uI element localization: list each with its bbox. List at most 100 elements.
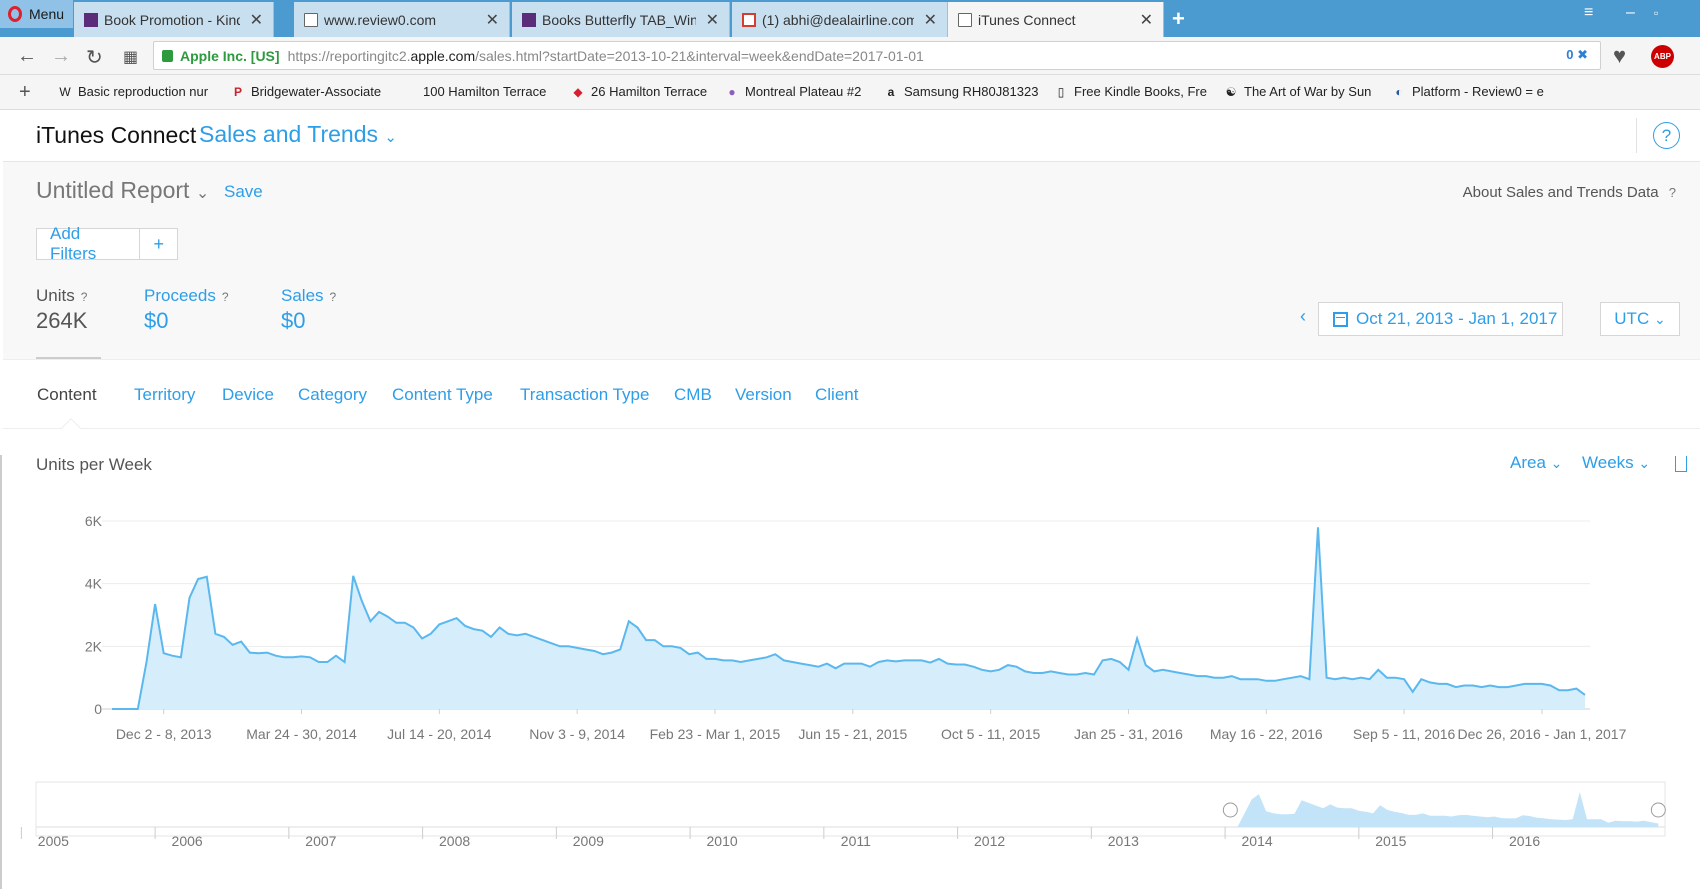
- metric-value: $0: [281, 308, 306, 333]
- metric-label: Sales: [281, 286, 324, 305]
- bookmark-item[interactable]: 100 Hamilton Terrace: [403, 84, 559, 99]
- bookmark-label: Basic reproduction nur: [78, 84, 209, 99]
- help-icon: ?: [329, 290, 337, 304]
- tab-territory[interactable]: Territory: [134, 385, 195, 405]
- address-bar: ← → ↻ ▦ Apple Inc. [US] https://reportin…: [0, 37, 1700, 75]
- metric-sales[interactable]: Sales? $0: [281, 286, 343, 334]
- help-button[interactable]: ?: [1653, 122, 1680, 149]
- adblock-icon[interactable]: ABP: [1651, 45, 1674, 68]
- year-label: 2016: [1509, 833, 1540, 849]
- close-icon[interactable]: ✕: [486, 10, 499, 30]
- new-tab-button[interactable]: +: [1172, 6, 1185, 32]
- timeline-overview[interactable]: 2005 2006 2007 2008 2009 2010 2011 2012 2013 2014…: [0, 780, 1700, 889]
- opera-logo-icon: [8, 6, 22, 22]
- heart-icon[interactable]: ♥: [1613, 43, 1626, 69]
- privacy-badge[interactable]: 0 ✖: [1566, 47, 1588, 63]
- tab-device[interactable]: Device: [222, 385, 274, 405]
- mail-icon: [742, 12, 756, 27]
- tab-menu-icon[interactable]: ≡: [1584, 4, 1593, 22]
- tab-cmb[interactable]: CMB: [674, 385, 712, 405]
- bookmark-item[interactable]: ▯ Free Kindle Books, Fre: [1054, 84, 1214, 99]
- x-tick-label: Jan 25 - 31, 2016: [1074, 726, 1183, 742]
- bookmark-item[interactable]: P Bridgewater-Associate: [231, 84, 391, 99]
- add-bookmark-icon[interactable]: +: [19, 81, 31, 104]
- units-area-chart[interactable]: 0 2K 4K 6K Dec 2 - 8, 2013 Mar 24 - 30, 2014 J…: [0, 500, 1700, 750]
- bookmark-item[interactable]: ● Montreal Plateau #2: [725, 84, 875, 99]
- bookmark-item[interactable]: ☯ The Art of War by Sun: [1224, 84, 1379, 99]
- tab-category[interactable]: Category: [298, 385, 367, 405]
- browser-tab[interactable]: Book Promotion - Kindle B ✕: [74, 2, 274, 37]
- close-icon[interactable]: ✕: [1140, 10, 1153, 30]
- calendar-icon: [1333, 311, 1348, 327]
- x-tick-label: Mar 24 - 30, 2014: [246, 726, 357, 742]
- metric-units[interactable]: Units? 264K: [36, 286, 94, 334]
- metric-proceeds[interactable]: Proceeds? $0: [144, 286, 235, 334]
- browser-tab[interactable]: (1) abhi@dealairline.com ✕: [732, 2, 948, 37]
- close-icon[interactable]: ✕: [924, 10, 937, 30]
- year-label: 2015: [1375, 833, 1406, 849]
- amazon-icon: a: [887, 84, 895, 99]
- bookmark-item[interactable]: W Basic reproduction nur: [58, 84, 218, 99]
- bookmarks-bar: + W Basic reproduction nur P Bridgewater-A…: [0, 75, 1700, 110]
- browser-tab-active[interactable]: iTunes Connect ✕: [948, 2, 1164, 37]
- x-tick-label: Jun 15 - 21, 2015: [798, 726, 907, 742]
- bookmark-label: Samsung RH80J81323: [904, 84, 1039, 99]
- range-handle[interactable]: [1222, 802, 1238, 818]
- bookmark-label: Free Kindle Books, Fre: [1074, 84, 1207, 99]
- help-icon: ?: [221, 290, 229, 304]
- reload-icon[interactable]: ↻: [86, 45, 103, 70]
- y-tick-label: 2K: [85, 638, 103, 654]
- close-icon[interactable]: ✕: [706, 10, 719, 30]
- year-label: 2006: [172, 833, 203, 849]
- browser-tab[interactable]: Books Butterfly TAB_Windo ✕: [512, 2, 730, 37]
- range-handle[interactable]: [1650, 802, 1666, 818]
- url-field[interactable]: Apple Inc. [US] https://reportingitc2.ap…: [153, 41, 1601, 70]
- document-icon: [958, 12, 972, 27]
- opera-menu-button[interactable]: Menu: [0, 0, 73, 28]
- chevron-down-icon: ⌄: [1653, 310, 1666, 327]
- download-icon[interactable]: [1675, 456, 1687, 472]
- save-button[interactable]: Save: [224, 182, 263, 202]
- bookmark-item[interactable]: a Samsung RH80J81323: [884, 84, 1044, 99]
- help-icon: ?: [1668, 185, 1676, 200]
- url-text: https://reportingitc2.apple.com/sales.ht…: [287, 47, 924, 64]
- dimension-tabs: Content Territory Device Category Conten…: [3, 359, 1700, 438]
- chevron-down-icon: ⌄: [1638, 455, 1651, 471]
- chevron-left-icon[interactable]: ‹: [1300, 306, 1306, 327]
- chart-type-select[interactable]: Area ⌄: [1510, 453, 1562, 473]
- tab-content-type[interactable]: Content Type: [392, 385, 493, 405]
- tab-client[interactable]: Client: [815, 385, 858, 405]
- overview-area: [1190, 792, 1659, 827]
- interval-select[interactable]: Weeks ⌄: [1582, 453, 1650, 473]
- tab-content[interactable]: Content: [37, 385, 97, 405]
- red-square-icon: ◆: [573, 84, 583, 99]
- timezone-select[interactable]: UTC ⌄: [1600, 302, 1680, 336]
- close-icon[interactable]: ✕: [250, 10, 263, 30]
- about-sales-link[interactable]: About Sales and Trends Data ?: [1463, 184, 1676, 201]
- year-label: 2012: [974, 833, 1005, 849]
- minimize-icon[interactable]: –: [1626, 4, 1635, 22]
- bookmark-item[interactable]: ◆ 26 Hamilton Terrace: [571, 84, 721, 99]
- add-filter-plus-button[interactable]: +: [140, 234, 177, 255]
- maximize-icon[interactable]: ▫: [1654, 6, 1658, 20]
- add-filters-button[interactable]: Add Filters: [37, 224, 141, 263]
- section-menu[interactable]: Sales and Trends ⌄: [199, 121, 397, 148]
- brand-title[interactable]: iTunes Connect: [36, 122, 196, 149]
- tab-transaction-type[interactable]: Transaction Type: [520, 385, 649, 405]
- date-range-picker[interactable]: Oct 21, 2013 - Jan 1, 2017: [1318, 302, 1563, 336]
- butterfly-icon: [84, 12, 98, 27]
- back-icon[interactable]: ←: [17, 45, 37, 68]
- forward-icon[interactable]: →: [51, 45, 71, 68]
- bookmark-label: Montreal Plateau #2: [745, 84, 862, 99]
- speed-dial-icon[interactable]: ▦: [123, 47, 138, 67]
- date-range-label: Oct 21, 2013 - Jan 1, 2017: [1356, 309, 1558, 328]
- blank-icon: [403, 85, 417, 99]
- itc-header: iTunes Connect Sales and Trends ⌄ ?: [3, 110, 1700, 162]
- bookmark-item[interactable]: ◐ Platform - Review0 = e: [1392, 84, 1552, 99]
- browser-tab[interactable]: www.review0.com ✕: [294, 2, 510, 37]
- report-title-menu[interactable]: Untitled Report ⌄: [36, 177, 209, 204]
- wikipedia-icon: W: [59, 84, 71, 99]
- active-tab-caret: [61, 418, 81, 438]
- metric-value: $0: [144, 308, 169, 333]
- tab-version[interactable]: Version: [735, 385, 792, 405]
